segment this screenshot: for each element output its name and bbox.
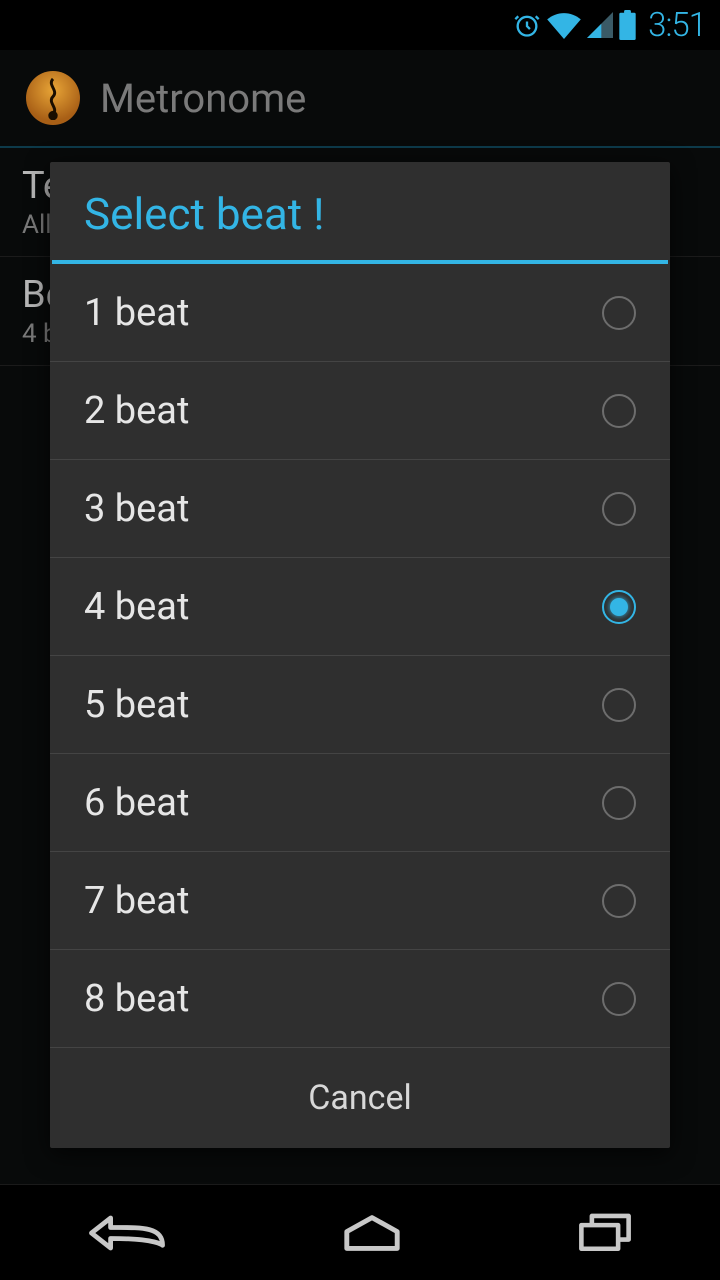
beat-option-label: 5 beat (84, 683, 189, 727)
status-bar: 3:51 (0, 0, 720, 50)
beat-option-label: 3 beat (84, 487, 189, 531)
select-beat-dialog: Select beat ! 1 beat 2 beat 3 beat 4 beat 5 … (50, 162, 670, 1148)
dialog-footer: Cancel (50, 1048, 670, 1148)
radio-icon (602, 786, 636, 820)
beat-option-label: 1 beat (84, 291, 189, 335)
beat-option[interactable]: 1 beat (50, 264, 670, 362)
status-time: 3:51 (648, 6, 706, 45)
beat-option[interactable]: 8 beat (50, 950, 670, 1048)
app-title: Metronome (100, 75, 306, 122)
radio-icon (602, 394, 636, 428)
recent-apps-button[interactable] (576, 1212, 634, 1254)
battery-icon (619, 10, 636, 40)
beat-option[interactable]: 5 beat (50, 656, 670, 754)
app-icon (26, 71, 80, 125)
beat-option-label: 7 beat (84, 879, 189, 923)
beat-option[interactable]: 2 beat (50, 362, 670, 460)
dialog-title: Select beat ! (50, 162, 670, 260)
radio-icon (602, 492, 636, 526)
app-header: Metronome (0, 50, 720, 148)
app-screen: Metronome Tempo Allegro Beat 4 beat Sele… (0, 50, 720, 1184)
dialog-options-list: 1 beat 2 beat 3 beat 4 beat 5 beat 6 beat 7 be… (50, 264, 670, 1048)
radio-icon (602, 884, 636, 918)
beat-option-label: 2 beat (84, 389, 189, 433)
radio-icon (602, 296, 636, 330)
beat-option-label: 6 beat (84, 781, 189, 825)
radio-icon (602, 982, 636, 1016)
beat-option[interactable]: 7 beat (50, 852, 670, 950)
radio-icon (602, 688, 636, 722)
beat-option[interactable]: 6 beat (50, 754, 670, 852)
beat-option[interactable]: 4 beat (50, 558, 670, 656)
cell-signal-icon (587, 12, 613, 38)
navigation-bar (0, 1184, 720, 1280)
beat-option[interactable]: 3 beat (50, 460, 670, 558)
home-button[interactable] (341, 1212, 403, 1254)
alarm-icon (513, 11, 541, 39)
back-button[interactable] (86, 1212, 168, 1254)
beat-option-label: 4 beat (84, 585, 189, 629)
radio-icon (602, 590, 636, 624)
beat-option-label: 8 beat (84, 977, 189, 1021)
wifi-icon (547, 11, 581, 39)
cancel-button[interactable]: Cancel (308, 1078, 412, 1118)
